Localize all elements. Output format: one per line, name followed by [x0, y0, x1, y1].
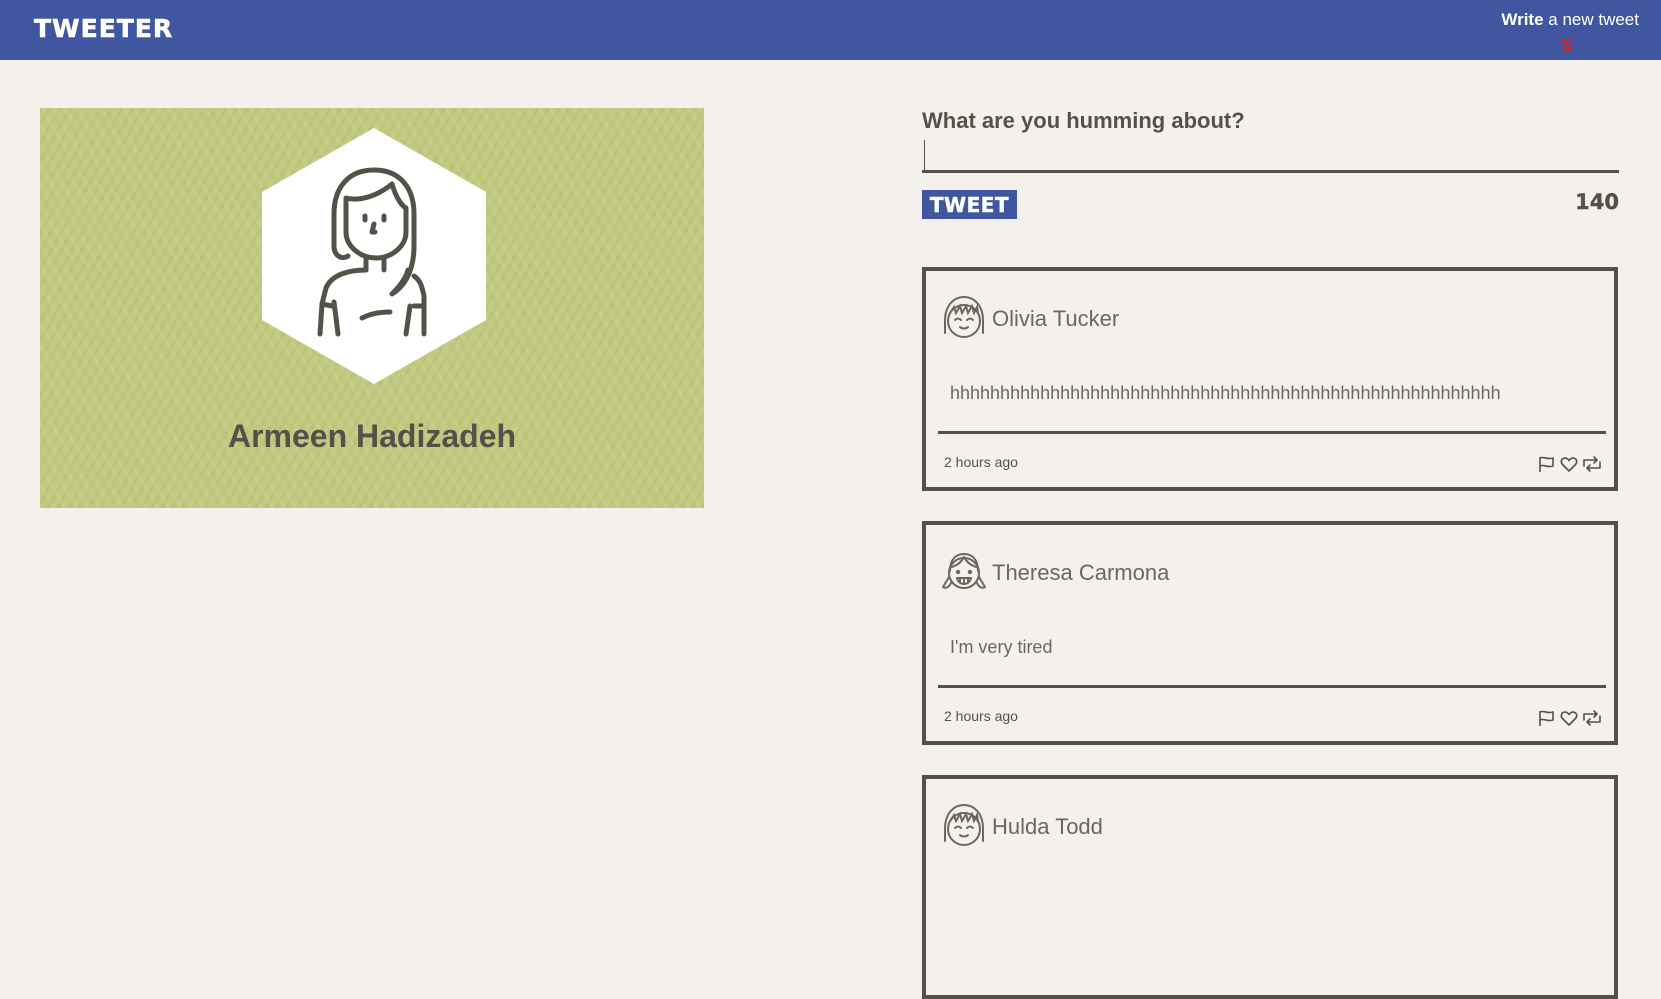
tweet-divider	[938, 431, 1606, 434]
tweet-divider	[938, 685, 1606, 688]
write-new-tweet-toggle[interactable]: Write a new tweet	[1501, 10, 1639, 30]
composer-label: What are you humming about?	[922, 108, 1245, 133]
tweet-actions	[1537, 709, 1602, 727]
heart-icon[interactable]	[1560, 455, 1578, 478]
woman-avatar-icon	[262, 128, 486, 384]
flag-icon[interactable]	[1537, 709, 1555, 732]
tweet-card: Hulda Todd	[922, 775, 1618, 999]
tweet-text-input[interactable]	[922, 138, 1619, 173]
heart-icon[interactable]	[1560, 709, 1578, 732]
double-chevron-down-icon[interactable]	[1556, 36, 1578, 56]
tweet-author[interactable]: Olivia Tucker	[992, 306, 1119, 332]
tweet-submit-button[interactable]: TWEET	[922, 190, 1017, 219]
compose-toggle-rest: a new tweet	[1543, 10, 1639, 29]
tweet-card: Theresa Carmona I'm very tired 2 hours a…	[922, 521, 1618, 745]
character-counter: 140	[1575, 190, 1619, 214]
girl-bangs-avatar-icon	[944, 295, 984, 338]
tweet-timestamp: 2 hours ago	[944, 454, 1018, 470]
profile-name: Armeen Hadizadeh	[227, 418, 517, 454]
retweet-icon[interactable]	[1582, 709, 1602, 732]
flag-icon[interactable]	[1537, 455, 1555, 478]
tweet-author[interactable]: Theresa Carmona	[992, 560, 1169, 586]
tweet-content: hhhhhhhhhhhhhhhhhhhhhhhhhhhhhhhhhhhhhhhh…	[950, 383, 1501, 403]
tweet-timestamp: 2 hours ago	[944, 708, 1018, 724]
tweet-content: I'm very tired	[950, 637, 1053, 657]
text-caret	[924, 140, 925, 170]
brand-logo[interactable]: TWEETER	[34, 14, 173, 44]
girl-bangs-avatar-icon	[944, 803, 984, 846]
tweet-author[interactable]: Hulda Todd	[992, 814, 1103, 840]
tweet-actions	[1537, 455, 1602, 473]
compose-toggle-bold: Write	[1501, 10, 1544, 29]
top-nav: TWEETER Write a new tweet	[0, 0, 1661, 60]
profile-card: Armeen Hadizadeh	[40, 108, 704, 508]
girl-pigtails-avatar-icon	[942, 553, 986, 589]
retweet-icon[interactable]	[1582, 455, 1602, 478]
tweet-card: Olivia Tucker hhhhhhhhhhhhhhhhhhhhhhhhhh…	[922, 267, 1618, 491]
